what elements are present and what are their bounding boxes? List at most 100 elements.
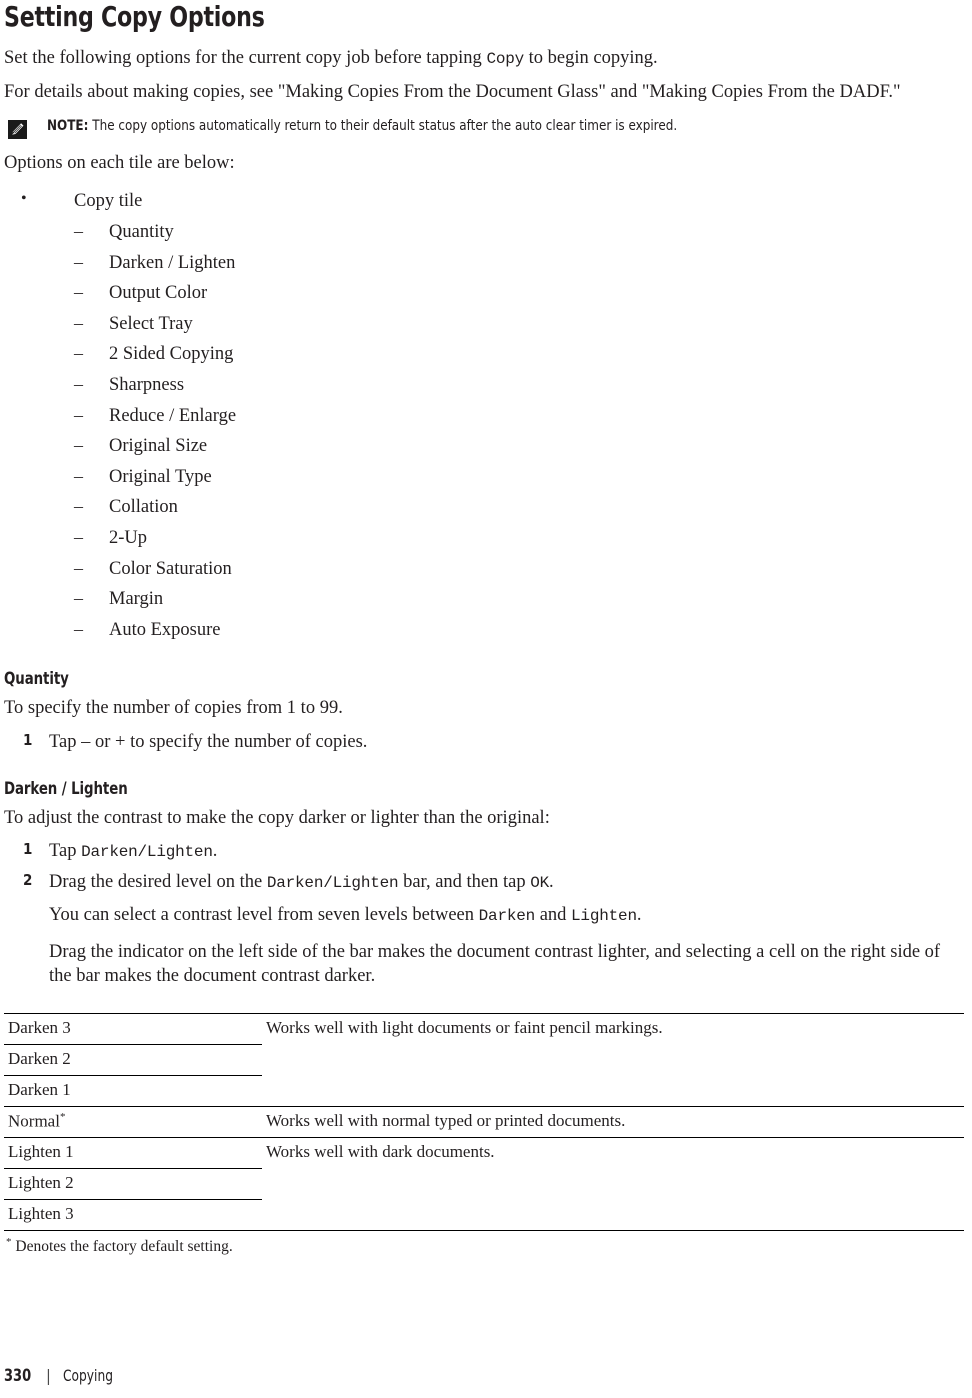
step-item: 2 Drag the desired level on the Darken/L… [4,870,964,894]
option-label: Output Color [109,283,208,304]
copy-tile-sublist: – Quantity – Darken / Lighten – Output Colo… [74,217,964,646]
page-number: 330 [4,1366,32,1386]
darken-lighten-code: Darken/Lighten [81,843,213,862]
note-content: NOTE: The copy options automatically ret… [47,118,677,135]
note-label: NOTE: [47,118,89,135]
dash-icon: – [74,312,83,333]
option-label: Original Type [109,466,212,487]
list-item: – Select Tray [74,309,964,340]
list-item: – Original Type [74,462,964,493]
options-list: • Copy tile – Quantity – Darken / Lighten … [4,186,964,646]
list-item: – Sharpness [74,370,964,401]
intro-text-after: to begin copying. [524,48,658,69]
level-cell: Lighten 3 [4,1198,262,1230]
level-label: Normal [8,1111,60,1131]
level-cell: Lighten 1 [4,1136,262,1169]
option-label: 2 Sided Copying [109,344,234,365]
bullet-icon: • [21,189,27,207]
option-label: Select Tray [109,313,193,334]
option-label: Darken / Lighten [109,252,236,273]
step-text: Tap – or + to specify the number of copi… [49,731,368,752]
dash-icon: – [74,465,83,486]
document-page: Setting Copy Options Set the following o… [0,2,972,1398]
option-label: Collation [109,497,178,518]
intro-paragraph-1: Set the following options for the curren… [4,47,964,70]
section-heading-darken-lighten: Darken / Lighten [4,778,128,798]
page-title: Setting Copy Options [4,0,265,33]
intro-paragraph-2: For details about making copies, see "Ma… [4,81,901,102]
step-item: 1 Tap – or + to specify the number of co… [4,730,964,754]
dash-icon: – [74,373,83,394]
default-asterisk: * [59,1110,66,1123]
dash-icon: – [74,496,83,517]
table-bottom-rule [4,1229,964,1231]
intro-text-before: Set the following options for the curren… [4,48,487,69]
chapter-name: Copying [62,1366,113,1385]
darken-lighten-intro: To adjust the contrast to make the copy … [4,807,550,828]
list-item-copy-tile: • Copy tile – Quantity – Darken / Lighten … [4,186,964,646]
option-label: Original Size [109,436,208,457]
option-label: Reduce / Enlarge [109,405,237,426]
option-label: Color Saturation [109,558,232,579]
footer-separator: | [45,1366,51,1385]
step-number: 1 [23,840,33,859]
step-text-mid: bar, and then tap [398,871,531,892]
table-footnote: * Denotes the factory default setting. [6,1236,964,1257]
level-cell: Darken 2 [4,1043,262,1076]
dash-icon: – [74,251,83,272]
description-cell: Works well with light documents or faint… [262,1012,964,1107]
step-item: 1 Tap Darken/Lighten. [4,839,964,863]
step-number: 2 [23,870,33,889]
list-item: – Output Color [74,278,964,309]
ok-button-code: OK [530,873,550,892]
dash-icon: – [74,557,83,578]
description-cell: Works well with normal typed or printed … [262,1105,964,1138]
list-item: – 2 Sided Copying [74,339,964,370]
contrast-levels-table-wrap: Darken 3 Works well with light documents… [4,1012,964,1257]
note-pencil-icon [8,120,27,140]
level-cell: Normal* [4,1105,262,1138]
level-cell: Lighten 2 [4,1167,262,1200]
dash-icon: – [74,220,83,241]
dash-icon: – [74,404,83,425]
list-item: – Collation [74,492,964,523]
level-cell: Darken 1 [4,1074,262,1107]
step-text-before: Drag the desired level on the [49,871,267,892]
copy-tile-label: Copy tile [74,190,143,211]
darken-lighten-steps: 1 Tap Darken/Lighten. 2 Drag the desired… [4,839,964,893]
option-label: Auto Exposure [109,619,221,640]
substep-text-mid: and [535,904,572,925]
step-text-before: Tap [49,841,82,862]
page-footer: 330 | Copying [4,1366,122,1386]
darken-code: Darken [478,906,536,925]
description-cell: Works well with dark documents. [262,1136,964,1230]
footnote-text: Denotes the factory default setting. [11,1237,233,1255]
option-label: Sharpness [109,374,185,395]
options-intro: Options on each tile are below: [4,153,235,174]
note-body-text: The copy options automatically return to… [92,118,678,135]
list-item: – 2-Up [74,523,964,554]
substep-text-before: You can select a contrast level from sev… [49,904,479,925]
dash-icon: – [74,618,83,639]
table-row: Darken 3 Works well with light documents… [4,1012,964,1107]
list-item: – Quantity [74,217,964,248]
step-text-after: . [549,871,554,892]
dash-icon: – [74,282,83,303]
list-item: – Darken / Lighten [74,248,964,279]
substep-text-after: . [636,904,642,925]
step-text-after: . [212,841,218,862]
lighten-code: Lighten [571,906,637,925]
level-cell: Darken 3 [4,1012,262,1045]
dash-icon: – [74,588,83,609]
step-number: 1 [23,730,33,749]
list-item: – Auto Exposure [74,615,964,646]
dash-icon: – [74,527,83,548]
dash-icon: – [74,343,83,364]
table-row: Normal* Works well with normal typed or … [4,1105,964,1138]
darken-lighten-substep-2: Drag the indicator on the left side of t… [49,942,941,986]
quantity-steps: 1 Tap – or + to specify the number of co… [4,730,964,754]
copy-command-code: Copy [486,50,525,69]
option-label: Quantity [109,221,174,242]
option-label: Margin [109,589,164,610]
quantity-intro: To specify the number of copies from 1 t… [4,698,343,719]
